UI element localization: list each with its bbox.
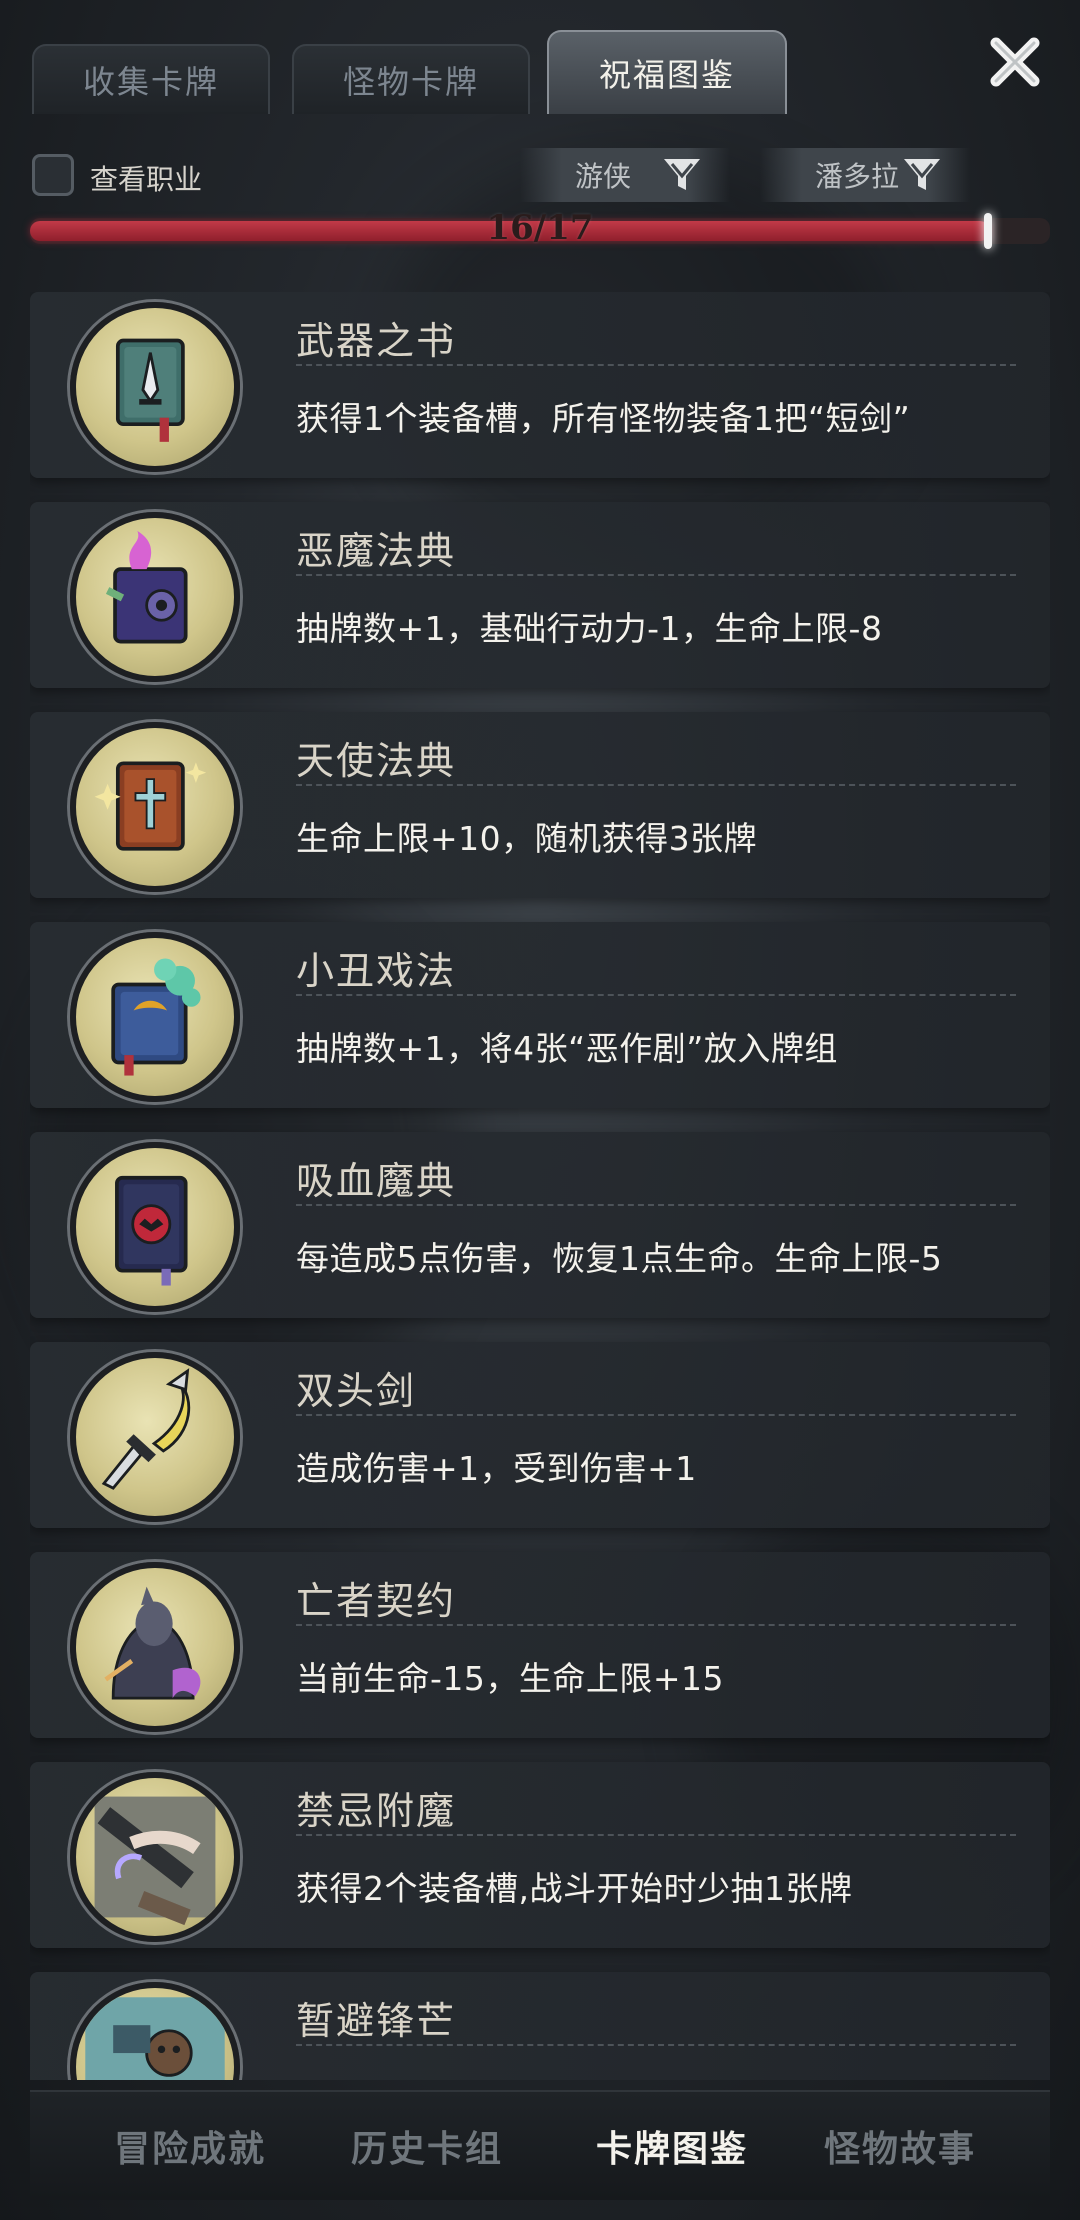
blessing-description: 当前生命-15，生命上限+15 bbox=[296, 1659, 725, 1698]
blessing-title: 恶魔法典 bbox=[296, 529, 457, 573]
blessing-description: 造成伤害+1，受到伤害+1 bbox=[296, 1449, 697, 1488]
divider bbox=[296, 1624, 1016, 1626]
blessing-title: 亡者契约 bbox=[296, 1579, 457, 1623]
character-filter-value: 潘多拉 bbox=[815, 160, 900, 193]
nav-history-decks[interactable]: 历史卡组 bbox=[317, 2120, 537, 2172]
tab-collect-cards[interactable]: 收集卡牌 bbox=[32, 44, 270, 114]
tab-label: 祝福图鉴 bbox=[598, 56, 735, 94]
blessing-description: 抽牌数+1，基础行动力-1，生命上限-8 bbox=[296, 609, 883, 648]
blessing-description: 每造成5点伤害，恢复1点生命。生命上限-5 bbox=[296, 1239, 943, 1278]
blessing-description: 生命上限+10，随机获得3张牌 bbox=[296, 819, 758, 858]
class-filter-dropdown[interactable]: 游侠 bbox=[520, 148, 730, 202]
divider bbox=[296, 1204, 1016, 1206]
undead-pact-icon bbox=[70, 1562, 240, 1732]
tab-monster-cards[interactable]: 怪物卡牌 bbox=[292, 44, 530, 114]
top-tab-bar: 收集卡牌 怪物卡牌 祝福图鉴 bbox=[32, 30, 792, 114]
tab-blessing-codex[interactable]: 祝福图鉴 bbox=[547, 30, 787, 114]
divider bbox=[296, 574, 1016, 576]
double-blade-icon bbox=[70, 1352, 240, 1522]
nav-monster-stories[interactable]: 怪物故事 bbox=[790, 2120, 1010, 2172]
weapon-book-icon bbox=[70, 302, 240, 472]
divider bbox=[296, 994, 1016, 996]
blessing-card[interactable]: 天使法典生命上限+10，随机获得3张牌 bbox=[30, 712, 1050, 898]
nav-card-codex[interactable]: 卡牌图鉴 bbox=[562, 2120, 782, 2172]
blessing-description: 获得1个装备槽，所有怪物装备1把“短剑” bbox=[296, 399, 911, 438]
divider bbox=[296, 2044, 1016, 2046]
blessing-title: 禁忌附魔 bbox=[296, 1789, 457, 1833]
bottom-nav: 冒险成就 历史卡组 卡牌图鉴 怪物故事 bbox=[30, 2090, 1050, 2200]
blessing-card[interactable]: 小丑戏法抽牌数+1，将4张“恶作剧”放入牌组 bbox=[30, 922, 1050, 1108]
blessing-card[interactable]: 武器之书获得1个装备槽，所有怪物装备1把“短剑” bbox=[30, 292, 1050, 478]
blessing-title: 武器之书 bbox=[296, 319, 457, 363]
close-button[interactable] bbox=[985, 30, 1047, 92]
blessing-description: 获得2个装备槽,战斗开始时少抽1张牌 bbox=[296, 1869, 853, 1908]
blessing-list[interactable]: 武器之书获得1个装备槽，所有怪物装备1把“短剑” 恶魔法典抽牌数+1，基础行动力-… bbox=[30, 292, 1050, 2080]
divider bbox=[296, 1834, 1016, 1836]
filter-funnel-icon bbox=[904, 159, 940, 190]
blessing-card[interactable]: 亡者契约当前生命-15，生命上限+15 bbox=[30, 1552, 1050, 1738]
tab-label: 收集卡牌 bbox=[82, 63, 219, 101]
blessing-title: 双头剑 bbox=[296, 1369, 417, 1413]
blessing-title: 小丑戏法 bbox=[296, 949, 457, 993]
nav-adventure-achievements[interactable]: 冒险成就 bbox=[80, 2120, 300, 2172]
view-class-checkbox[interactable] bbox=[32, 154, 74, 196]
blessing-card[interactable]: 双头剑造成伤害+1，受到伤害+1 bbox=[30, 1342, 1050, 1528]
filter-funnel-icon bbox=[664, 159, 700, 190]
jester-book-icon bbox=[70, 932, 240, 1102]
blessing-title: 吸血魔典 bbox=[296, 1159, 457, 1203]
blessing-card[interactable]: 吸血魔典每造成5点伤害，恢复1点生命。生命上限-5 bbox=[30, 1132, 1050, 1318]
blessing-description: 抽牌数+1，将4张“恶作剧”放入牌组 bbox=[296, 1029, 838, 1068]
blessing-title: 暂避锋芒 bbox=[296, 1999, 457, 2043]
vampire-tome-icon bbox=[70, 1142, 240, 1312]
evade-icon bbox=[70, 1982, 240, 2080]
forbidden-enchant-icon bbox=[70, 1772, 240, 1942]
character-filter-dropdown[interactable]: 潘多拉 bbox=[760, 148, 970, 202]
angel-tome-icon bbox=[70, 722, 240, 892]
tab-label: 怪物卡牌 bbox=[342, 63, 479, 101]
view-class-label: 查看职业 bbox=[90, 163, 203, 196]
divider bbox=[296, 1414, 1016, 1416]
class-filter-value: 游侠 bbox=[575, 160, 632, 193]
divider bbox=[296, 364, 1016, 366]
demon-tome-icon bbox=[70, 512, 240, 682]
filter-row: 查看职业 游侠 潘多拉 bbox=[32, 148, 1048, 202]
blessing-card[interactable]: 暂避锋芒 bbox=[30, 1972, 1050, 2080]
progress-count: 16/17 bbox=[486, 208, 594, 248]
blessing-title: 天使法典 bbox=[296, 739, 457, 783]
blessing-card[interactable]: 恶魔法典抽牌数+1，基础行动力-1，生命上限-8 bbox=[30, 502, 1050, 688]
divider bbox=[296, 784, 1016, 786]
blessing-card[interactable]: 禁忌附魔获得2个装备槽,战斗开始时少抽1张牌 bbox=[30, 1762, 1050, 1948]
close-icon bbox=[990, 37, 1040, 87]
